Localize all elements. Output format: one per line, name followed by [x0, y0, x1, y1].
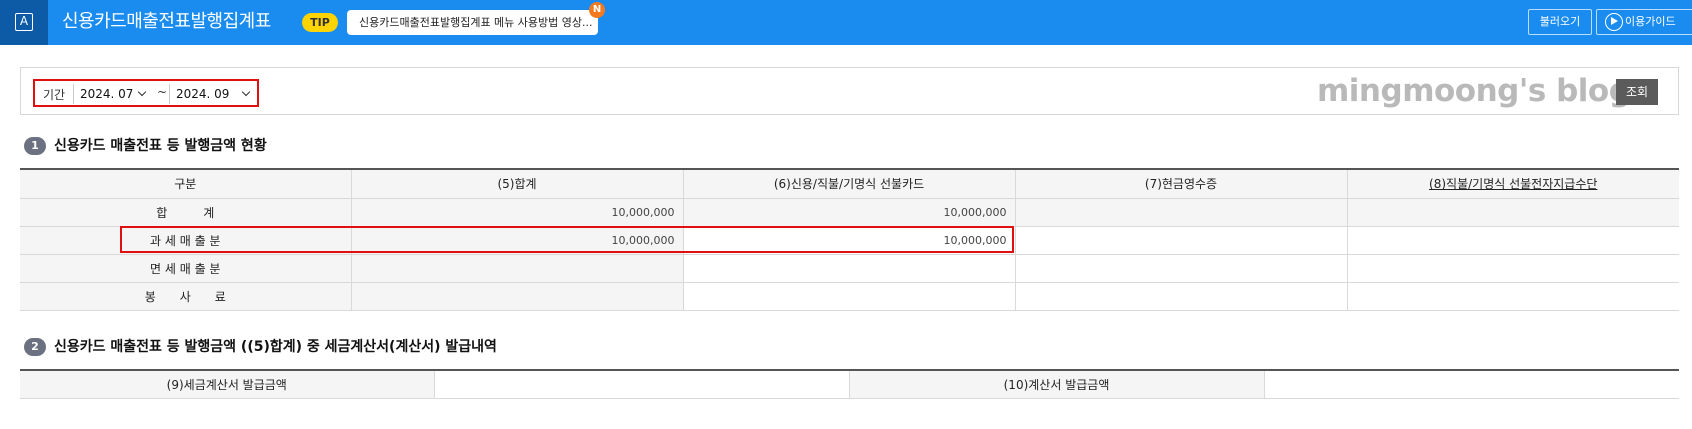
period-selector: 기간 2024. 07 ~ 2024. 09	[33, 79, 259, 107]
chevron-down-icon	[241, 87, 251, 97]
row-label: 합 계	[20, 198, 352, 227]
tip-badge: TIP	[302, 13, 338, 32]
col-header-cash-receipt: (7)현금영수증	[1015, 169, 1348, 199]
prepaid-input[interactable]	[1347, 254, 1679, 283]
blog-watermark: mingmoong's blog	[1317, 73, 1631, 109]
invoice-issuance-table: (9)세금계산서 발급금액 (10)계산서 발급금액	[20, 369, 1679, 399]
col-header-category: 구분	[20, 169, 352, 199]
app-icon[interactable]: A	[0, 0, 48, 45]
tip-link[interactable]: 신용카드매출전표발행집계표 메뉴 사용방법 영상...	[347, 10, 598, 35]
tax-invoice-label: (9)세금계산서 발급금액	[20, 370, 435, 399]
total-cell	[351, 282, 684, 311]
cash-cell	[1015, 198, 1348, 227]
period-to-select[interactable]: 2024. 09	[169, 84, 257, 104]
play-icon	[1605, 13, 1623, 31]
search-panel: 기간 2024. 07 ~ 2024. 09 mingmoong's blog …	[20, 67, 1679, 115]
period-separator: ~	[157, 85, 168, 99]
issuance-summary-table: 구분 (5)합계 (6)신용/직불/기명식 선불카드 (7)현금영수증 (8)직…	[20, 168, 1679, 311]
card-cell: 10,000,000	[683, 198, 1016, 227]
col-header-prepaid[interactable]: (8)직불/기명식 선불전자지급수단	[1347, 169, 1679, 199]
row-label: 봉 사 료	[20, 282, 352, 311]
chevron-down-icon	[137, 87, 147, 97]
card-input[interactable]: 10,000,000	[683, 226, 1016, 255]
search-button[interactable]: 조회	[1616, 79, 1658, 105]
section2-title: 신용카드 매출전표 등 발행금액 ((5)합계) 중 세금계산서(계산서) 발급…	[54, 339, 497, 355]
section1-title: 신용카드 매출전표 등 발행금액 현황	[54, 138, 267, 154]
top-header: A 신용카드매출전표발행집계표 TIP 신용카드매출전표발행집계표 메뉴 사용방…	[0, 0, 1692, 45]
cash-input[interactable]	[1015, 282, 1348, 311]
period-to-value: 2024. 09	[176, 87, 230, 101]
row-label: 과 세 매 출 분	[20, 226, 352, 255]
cash-input[interactable]	[1015, 226, 1348, 255]
table-header-row: 구분 (5)합계 (6)신용/직불/기명식 선불카드 (7)현금영수증 (8)직…	[20, 169, 1679, 199]
section1-number: 1	[24, 137, 46, 155]
card-input[interactable]	[683, 282, 1016, 311]
cash-input[interactable]	[1015, 254, 1348, 283]
col-header-total: (5)합계	[351, 169, 684, 199]
guide-button-label: 이용가이드	[1625, 15, 1676, 28]
table-row: 과 세 매 출 분 10,000,000 10,000,000	[20, 226, 1679, 255]
card-input[interactable]	[683, 254, 1016, 283]
period-label: 기간	[43, 88, 66, 102]
section2-number: 2	[24, 338, 46, 356]
guide-button[interactable]: 이용가이드	[1596, 9, 1692, 35]
tax-invoice-input[interactable]	[434, 370, 850, 399]
table-row: (9)세금계산서 발급금액 (10)계산서 발급금액	[20, 370, 1679, 399]
load-button[interactable]: 불러오기	[1528, 9, 1592, 35]
table-row: 합 계 10,000,000 10,000,000	[20, 198, 1679, 227]
invoice-input[interactable]	[1264, 370, 1679, 399]
prepaid-input[interactable]	[1347, 282, 1679, 311]
new-badge: N	[589, 2, 605, 18]
row-label: 면 세 매 출 분	[20, 254, 352, 283]
app-letter-icon: A	[15, 13, 33, 31]
total-cell	[351, 254, 684, 283]
total-cell: 10,000,000	[351, 198, 684, 227]
total-cell: 10,000,000	[351, 226, 684, 255]
page-title: 신용카드매출전표발행집계표	[62, 11, 271, 32]
period-from-select[interactable]: 2024. 07	[73, 84, 153, 104]
prepaid-input[interactable]	[1347, 226, 1679, 255]
table-row: 면 세 매 출 분	[20, 254, 1679, 283]
invoice-label: (10)계산서 발급금액	[849, 370, 1265, 399]
prepaid-cell	[1347, 198, 1679, 227]
col-header-card: (6)신용/직불/기명식 선불카드	[683, 169, 1016, 199]
table-row: 봉 사 료	[20, 282, 1679, 311]
period-from-value: 2024. 07	[80, 87, 134, 101]
